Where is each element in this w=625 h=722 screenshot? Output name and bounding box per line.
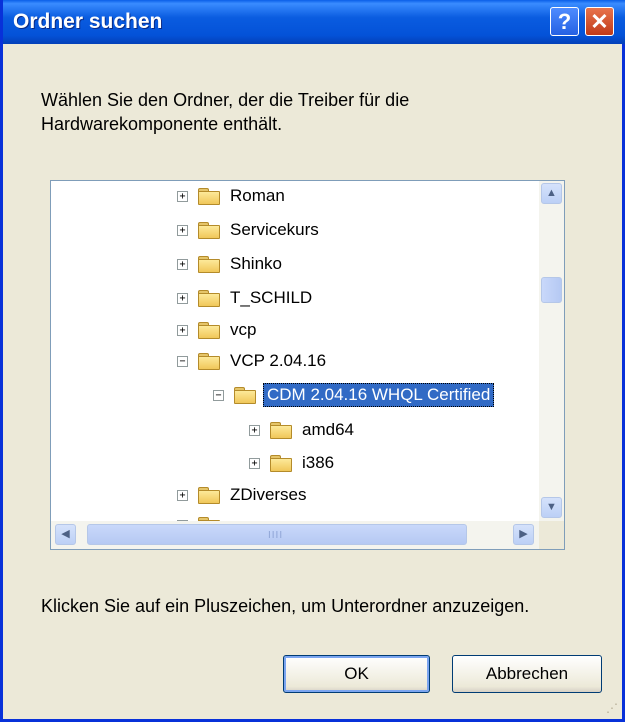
title-bar[interactable]: Ordner suchen ? ✕ — [3, 0, 625, 44]
expand-icon[interactable]: + — [177, 258, 188, 270]
tree-item-cdm-whql[interactable]: − CDM 2.04.16 WHQL Certified — [213, 381, 495, 409]
folder-icon — [198, 321, 220, 339]
scroll-down-icon[interactable]: ▼ — [541, 497, 562, 518]
tree-item-shinko[interactable]: + Shinko — [177, 250, 285, 278]
help-button[interactable]: ? — [550, 7, 579, 36]
scroll-right-icon[interactable]: ▶ — [513, 524, 534, 545]
folder-tree[interactable]: + Roman + Servicekurs + Shinko + T_SCHIL… — [50, 180, 565, 550]
folder-icon — [198, 221, 220, 239]
horizontal-scrollbar[interactable]: ◀ IIII ▶ — [51, 521, 564, 549]
tree-item-label[interactable]: Shinko — [227, 253, 285, 275]
collapse-icon[interactable]: − — [213, 389, 224, 401]
folder-icon — [198, 289, 220, 307]
expand-icon[interactable]: + — [177, 292, 188, 304]
tree-item-vcp[interactable]: + vcp — [177, 316, 259, 344]
tree-item-label[interactable]: ZDiverses — [227, 484, 310, 506]
tree-item-i386[interactable]: + i386 — [249, 449, 337, 477]
vertical-scrollbar[interactable]: ▲ ▼ — [539, 181, 564, 521]
cancel-button[interactable]: Abbrechen — [452, 655, 602, 693]
browse-folder-dialog: Ordner suchen ? ✕ Wählen Sie den Ordner,… — [0, 0, 625, 722]
instruction-text: Wählen Sie den Ordner, der die Treiber f… — [41, 90, 410, 134]
tree-item-servicekurs[interactable]: + Servicekurs — [177, 216, 322, 244]
hint-text: Klicken Sie auf ein Pluszeichen, um Unte… — [41, 596, 530, 616]
tree-item-label[interactable]: VCP 2.04.16 — [227, 350, 329, 372]
folder-icon — [270, 421, 292, 439]
folder-icon — [270, 454, 292, 472]
ok-button[interactable]: OK — [283, 655, 430, 693]
tree-item-label[interactable]: Roman — [227, 185, 288, 207]
tree-item-vcp-2-04-16[interactable]: − VCP 2.04.16 — [177, 347, 329, 375]
resize-grip-icon[interactable]: ⋰ — [606, 701, 618, 715]
tree-item-zdiverses[interactable]: + ZDiverses — [177, 481, 310, 509]
expand-icon[interactable]: + — [177, 224, 188, 236]
close-button[interactable]: ✕ — [585, 7, 614, 36]
tree-item-t-schild[interactable]: + T_SCHILD — [177, 284, 315, 312]
collapse-icon[interactable]: − — [177, 355, 188, 367]
folder-open-icon — [198, 352, 220, 370]
folder-open-icon — [234, 386, 256, 404]
expand-icon[interactable]: + — [177, 190, 188, 202]
expand-icon[interactable]: + — [249, 424, 260, 436]
folder-icon — [198, 255, 220, 273]
tree-item-label[interactable]: i386 — [299, 452, 337, 474]
expand-icon[interactable]: + — [177, 324, 188, 336]
tree-item-label[interactable]: T_SCHILD — [227, 287, 315, 309]
horizontal-scroll-thumb[interactable]: IIII — [87, 524, 467, 545]
tree-item-label-selected[interactable]: CDM 2.04.16 WHQL Certified — [263, 383, 495, 407]
tree-item-label[interactable]: vcp — [227, 319, 259, 341]
vertical-scroll-thumb[interactable] — [541, 277, 562, 303]
expand-icon[interactable]: + — [177, 489, 188, 501]
tree-item-amd64[interactable]: + amd64 — [249, 416, 357, 444]
grip-icon: IIII — [268, 530, 284, 541]
folder-icon — [198, 486, 220, 504]
tree-item-label[interactable]: Servicekurs — [227, 219, 322, 241]
scroll-up-icon[interactable]: ▲ — [541, 183, 562, 204]
scrollbar-corner — [539, 521, 564, 549]
expand-icon[interactable]: + — [249, 457, 260, 469]
scroll-left-icon[interactable]: ◀ — [55, 524, 76, 545]
dialog-title: Ordner suchen — [13, 10, 163, 33]
tree-item-roman[interactable]: + Roman — [177, 182, 288, 210]
folder-icon — [198, 187, 220, 205]
tree-item-label[interactable]: amd64 — [299, 419, 357, 441]
